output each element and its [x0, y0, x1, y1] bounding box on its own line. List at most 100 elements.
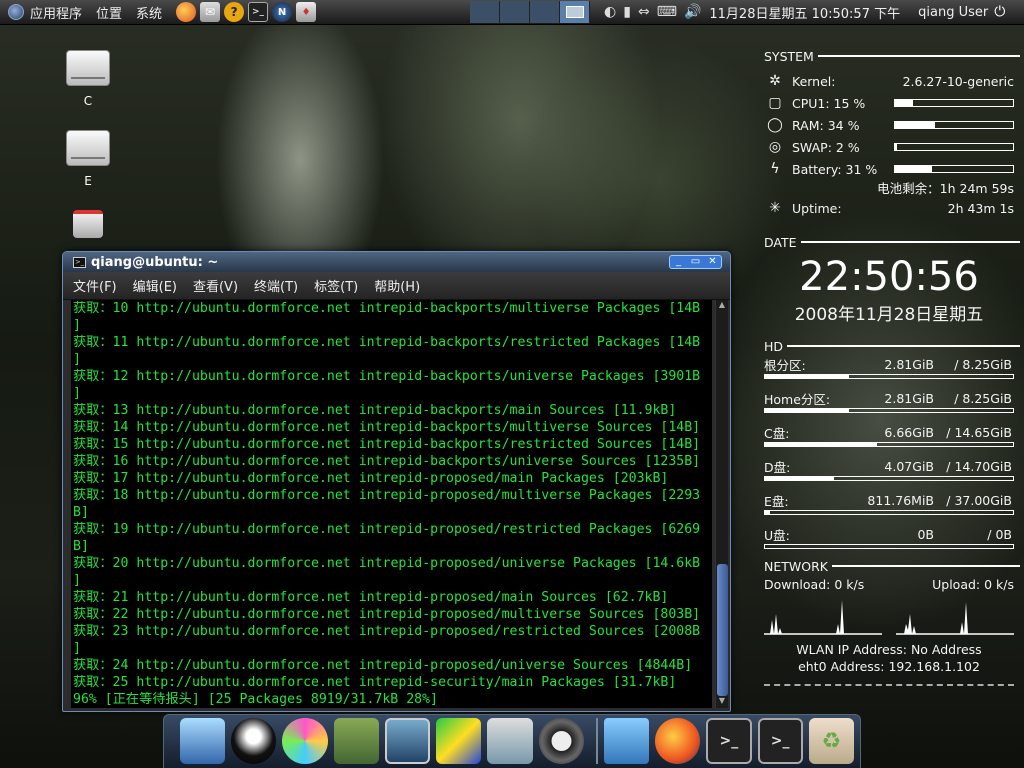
workspace-2[interactable] [500, 1, 531, 23]
workspace-4[interactable] [560, 1, 591, 23]
hd-row: E盘: 811.76MiB / 37.00GiB [758, 492, 1020, 522]
hd-heading-text: HD [764, 338, 784, 354]
keyboard-icon[interactable]: ⌨ [657, 4, 677, 20]
hd-total: / 37.00GiB [946, 493, 1012, 508]
hd-name: C盘: [764, 426, 790, 441]
scroll-up-arrow-icon[interactable]: ▲ [716, 300, 728, 312]
kernel-label: Kernel: [792, 73, 836, 89]
swap-label: SWAP: 2 % [792, 139, 860, 155]
terminal-line: 获取：23 http://ubuntu.dormforce.net intrep… [73, 624, 701, 639]
desktop-icon-e[interactable]: E [58, 130, 118, 188]
firefox-icon[interactable] [655, 718, 701, 764]
download-speed: Download: 0 k/s [764, 576, 865, 592]
pinwheel-icon[interactable] [282, 718, 328, 764]
user-menu[interactable]: qiang User [918, 5, 988, 20]
mail-launcher-icon[interactable]: ✉ [200, 2, 221, 22]
system-heading: SYSTEM [764, 48, 1020, 64]
workspace-3[interactable] [530, 1, 561, 23]
network-launcher-icon[interactable]: N [272, 2, 293, 22]
terminal-icon[interactable]: >_ [706, 718, 752, 764]
terminal-icon[interactable]: >_ [757, 718, 803, 764]
system-monitor-icon[interactable] [384, 718, 431, 764]
drive-icon [66, 50, 110, 86]
desktop-icon-label: E [84, 174, 92, 188]
firefox-launcher-icon[interactable] [176, 2, 197, 22]
close-button[interactable]: ✕ [704, 256, 721, 268]
terminal-line: ] [73, 352, 81, 367]
conky-monitor: SYSTEM ✲ Kernel: 2.6.27-10-generic ▢ CPU… [758, 44, 1020, 689]
terminal-scrollbar[interactable]: ▲ ▼ [715, 300, 728, 708]
terminal-line: ] [73, 573, 81, 588]
scroll-down-arrow-icon[interactable]: ▼ [716, 696, 728, 708]
window-titlebar[interactable]: >_ qiang@ubuntu: ~ _ ▭ ✕ [63, 252, 730, 272]
screensaver-icon[interactable] [180, 718, 226, 764]
terminal-line: 获取：20 http://ubuntu.dormforce.net intrep… [73, 556, 701, 571]
hd-usage-bar [764, 442, 1014, 447]
eth-address: eht0 Address: 192.168.1.102 [798, 659, 980, 674]
menu-edit[interactable]: 编辑(E) [133, 276, 177, 295]
power-manager-icon[interactable]: ◐ [604, 4, 616, 20]
audio-player-icon[interactable] [538, 718, 584, 764]
tools-icon[interactable] [487, 718, 533, 764]
menu-file[interactable]: 文件(F) [73, 276, 117, 295]
workspace-switcher[interactable] [470, 1, 591, 23]
terminal-window: >_ qiang@ubuntu: ~ _ ▭ ✕ 文件(F) 编辑(E) 查看(… [62, 251, 731, 712]
menu-tabs[interactable]: 标签(T) [314, 276, 358, 295]
terminal-line: 获取：12 http://ubuntu.dormforce.net intrep… [73, 369, 701, 384]
menu-help[interactable]: 帮助(H) [374, 276, 420, 295]
conky-bottom-rule [764, 684, 1014, 686]
conky-time: 22:50:56 [799, 254, 979, 300]
qq-icon[interactable] [231, 718, 277, 764]
terminal-launcher-icon[interactable]: >_ [248, 2, 269, 22]
hd-usage-bar [764, 476, 1014, 481]
hd-name: D盘: [764, 460, 791, 475]
hd-used: 6.66GiB [884, 425, 934, 440]
hd-row: C盘: 6.66GiB / 14.65GiB [758, 424, 1020, 454]
shutdown-icon[interactable]: ⏻ [994, 4, 1005, 20]
trash-icon[interactable]: ♻ [808, 718, 854, 764]
terminal-line: 获取：13 http://ubuntu.dormforce.net intrep… [73, 403, 677, 418]
folder-icon[interactable] [603, 718, 649, 764]
maximize-button[interactable]: ▭ [687, 256, 704, 268]
scroll-thumb[interactable] [717, 564, 728, 696]
terminal-line: 获取：21 http://ubuntu.dormforce.net intrep… [73, 590, 669, 605]
menu-applications[interactable]: 应用程序 [30, 3, 82, 22]
inkscape-icon[interactable] [436, 718, 482, 764]
books-icon[interactable] [333, 718, 379, 764]
top-panel: 应用程序 位置 系统 ✉ ? >_ N ♦ ◐ ▮ ⇔ ⌨ 🔊 11月28日星期… [0, 0, 1024, 25]
workspace-1[interactable] [470, 1, 501, 23]
cpu-icon: ▢ [768, 95, 782, 111]
minimize-button[interactable]: _ [670, 256, 687, 268]
panel-clock[interactable]: 11月28日星期五 10:50:57 下午 [709, 3, 900, 22]
menu-terminal[interactable]: 终端(T) [254, 276, 298, 295]
menu-places[interactable]: 位置 [96, 3, 122, 22]
battery-remaining: 电池剩余：1h 24m 59s [877, 180, 1014, 196]
terminal-line: ] [73, 386, 81, 401]
network-arrows-icon[interactable]: ⇔ [638, 4, 650, 20]
menu-system[interactable]: 系统 [136, 3, 162, 22]
volume-icon[interactable]: 🔊 [684, 4, 701, 20]
help-launcher-icon[interactable]: ? [224, 2, 245, 22]
terminal-line: 获取：15 http://ubuntu.dormforce.net intrep… [73, 437, 701, 452]
wlan-address: WLAN IP Address: No Address [796, 642, 982, 657]
swap-icon: ◎ [768, 139, 782, 155]
network-heading-text: NETWORK [764, 558, 828, 574]
desktop-icon-c[interactable]: C [58, 50, 118, 108]
menu-view[interactable]: 查看(V) [193, 276, 238, 295]
hd-name: 根分区: [764, 358, 806, 373]
conky-date: 2008年11月28日星期五 [794, 305, 984, 325]
hd-total: / 14.65GiB [946, 425, 1012, 440]
drive-icon [66, 130, 110, 166]
terminal-line: 获取：16 http://ubuntu.dormforce.net intrep… [73, 454, 701, 469]
upload-speed: Upload: 0 k/s [932, 576, 1014, 592]
terminal-output[interactable]: 获取：10 http://ubuntu.dormforce.net intrep… [71, 300, 712, 708]
date-heading: DATE [764, 234, 1020, 250]
swap-bar [894, 143, 1014, 151]
battery-row: ϟ Battery: 31 % [758, 160, 1020, 178]
desktop-icon-remote[interactable] [58, 210, 118, 238]
battery-icon[interactable]: ▮ [623, 4, 631, 20]
hd-total: / 14.70GiB [946, 459, 1012, 474]
ubuntu-logo-icon[interactable] [8, 4, 24, 20]
kernel-value: 2.6.27-10-generic [902, 73, 1014, 89]
app-launcher-icon[interactable]: ♦ [296, 2, 317, 22]
